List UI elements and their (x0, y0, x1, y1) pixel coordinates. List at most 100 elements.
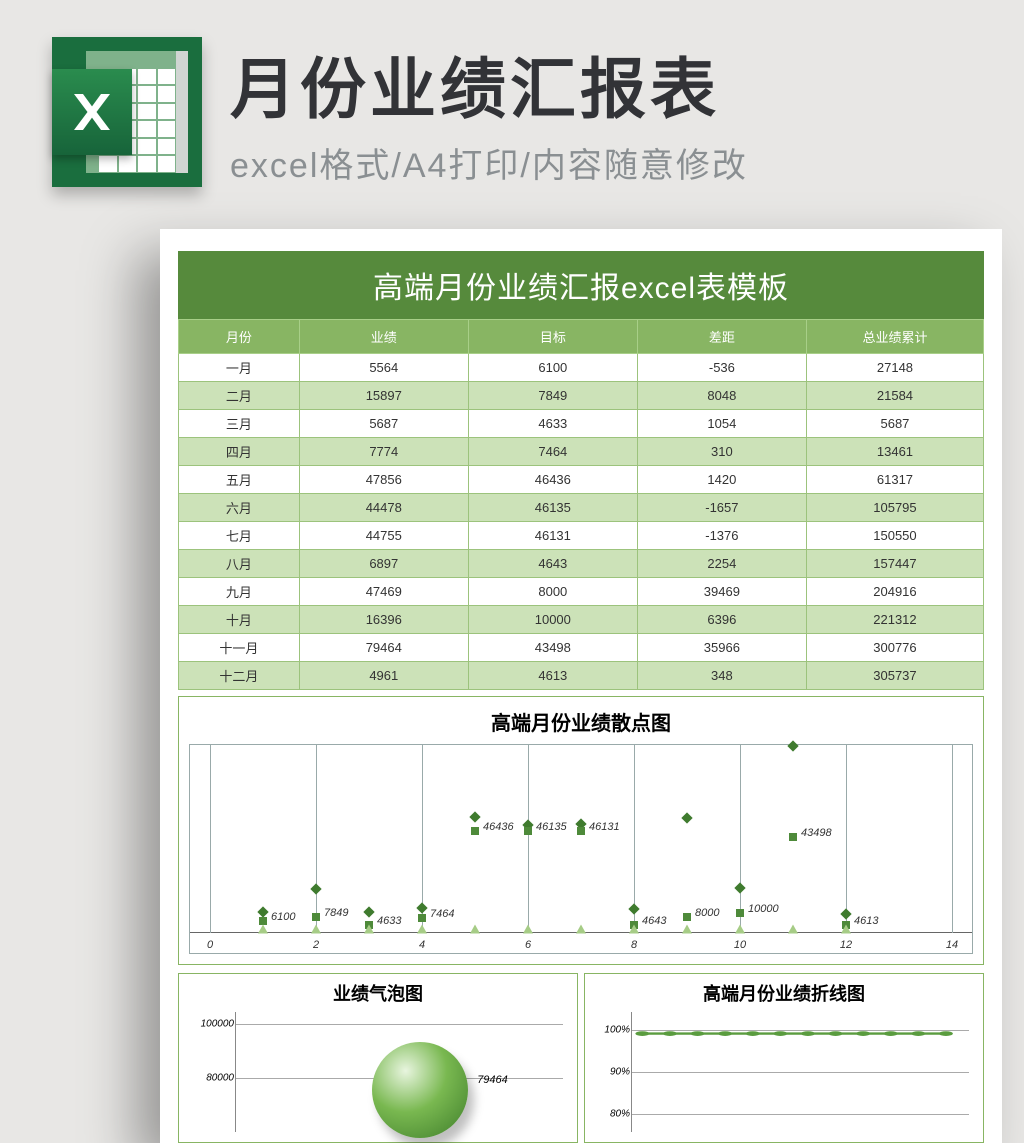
table-row: 四月7774746431013461 (179, 438, 984, 466)
bubble-chart: 业绩气泡图 100000 80000 79464 (178, 973, 578, 1143)
scatter-point-perf (840, 908, 851, 919)
scatter-point-perf (628, 904, 639, 915)
x-tick: 2 (313, 939, 319, 951)
table-cell: 8048 (637, 382, 806, 410)
scatter-label: 10000 (748, 903, 779, 915)
scatter-point-tri (841, 925, 851, 934)
document-title: 高端月份业绩汇报excel表模板 (178, 251, 984, 319)
scatter-point-tri (682, 925, 692, 934)
table-cell: 47856 (299, 466, 468, 494)
scatter-label: 46135 (536, 821, 567, 833)
scatter-point-perf (469, 812, 480, 823)
scatter-point-tri (364, 925, 374, 934)
scatter-point-target (577, 827, 585, 835)
scatter-label: 46131 (589, 821, 620, 833)
line-chart: 高端月份业绩折线图 100% 90% 80% (584, 973, 984, 1143)
scatter-point-target (418, 914, 426, 922)
table-cell: 27148 (806, 354, 983, 382)
line-title: 高端月份业绩折线图 (591, 980, 977, 1006)
table-cell: 79464 (299, 634, 468, 662)
table-cell: 2254 (637, 550, 806, 578)
scatter-point-perf (681, 813, 692, 824)
table-cell: 十一月 (179, 634, 300, 662)
bubble-ytick: 100000 (201, 1019, 234, 1030)
table-cell: -1657 (637, 494, 806, 522)
table-cell: 4961 (299, 662, 468, 690)
table-row: 六月4447846135-1657105795 (179, 494, 984, 522)
scatter-point-tri (258, 925, 268, 934)
table-row: 七月4475546131-1376150550 (179, 522, 984, 550)
table-cell: 46135 (468, 494, 637, 522)
page-title: 月份业绩汇报表 (230, 36, 748, 132)
table-cell: 61317 (806, 466, 983, 494)
table-row: 十二月49614613348305737 (179, 662, 984, 690)
table-row: 三月5687463310545687 (179, 410, 984, 438)
scatter-point-tri (417, 925, 427, 934)
table-cell: 九月 (179, 578, 300, 606)
scatter-label: 43498 (801, 827, 832, 839)
table-cell: 305737 (806, 662, 983, 690)
table-cell: 300776 (806, 634, 983, 662)
table-cell: 二月 (179, 382, 300, 410)
scatter-point-target (471, 827, 479, 835)
table-cell: 310 (637, 438, 806, 466)
scatter-label: 8000 (695, 907, 719, 919)
table-cell: 150550 (806, 522, 983, 550)
table-header: 月份 (179, 320, 300, 354)
scatter-point-tri (470, 925, 480, 934)
scatter-point-target (524, 827, 532, 835)
scatter-point-tri (788, 925, 798, 934)
table-cell: 5687 (806, 410, 983, 438)
table-header: 总业绩累计 (806, 320, 983, 354)
page-subtitle: excel格式/A4打印/内容随意修改 (230, 138, 748, 187)
scatter-point-perf (734, 882, 745, 893)
template-preview: 高端月份业绩汇报excel表模板 月份业绩目标差距总业绩累计 一月5564610… (160, 229, 1002, 1143)
table-cell: 5687 (299, 410, 468, 438)
table-cell: 35966 (637, 634, 806, 662)
excel-icon (52, 37, 202, 187)
table-cell: 5564 (299, 354, 468, 382)
table-cell: 21584 (806, 382, 983, 410)
scatter-point-perf (787, 741, 798, 752)
table-cell: 348 (637, 662, 806, 690)
table-row: 一月55646100-53627148 (179, 354, 984, 382)
table-cell: -1376 (637, 522, 806, 550)
table-cell: 6100 (468, 354, 637, 382)
table-cell: 46436 (468, 466, 637, 494)
table-row: 八月689746432254157447 (179, 550, 984, 578)
x-tick: 10 (734, 939, 746, 951)
table-cell: 十月 (179, 606, 300, 634)
table-cell: 1420 (637, 466, 806, 494)
x-tick: 14 (946, 939, 958, 951)
table-cell: 五月 (179, 466, 300, 494)
table-cell: 44755 (299, 522, 468, 550)
scatter-label: 6100 (271, 911, 295, 923)
table-cell: 七月 (179, 522, 300, 550)
table-cell: 八月 (179, 550, 300, 578)
bubble-title: 业绩气泡图 (185, 980, 571, 1006)
scatter-point-tri (523, 925, 533, 934)
scatter-label: 4633 (377, 915, 401, 927)
bubble-label: 79464 (477, 1074, 508, 1086)
x-tick: 8 (631, 939, 637, 951)
bubble-point (372, 1042, 468, 1138)
table-cell: 1054 (637, 410, 806, 438)
table-cell: 15897 (299, 382, 468, 410)
table-cell: 44478 (299, 494, 468, 522)
scatter-label: 46436 (483, 821, 514, 833)
table-cell: 4613 (468, 662, 637, 690)
scatter-point-tri (311, 925, 321, 934)
table-cell: 10000 (468, 606, 637, 634)
scatter-label: 7849 (324, 907, 348, 919)
x-tick: 4 (419, 939, 425, 951)
scatter-label: 7464 (430, 908, 454, 920)
scatter-title: 高端月份业绩散点图 (189, 707, 973, 736)
scatter-point-tri (735, 925, 745, 934)
table-row: 九月47469800039469204916 (179, 578, 984, 606)
table-cell: 6897 (299, 550, 468, 578)
table-cell: -536 (637, 354, 806, 382)
scatter-label: 4643 (642, 915, 666, 927)
table-cell: 7464 (468, 438, 637, 466)
table-cell: 8000 (468, 578, 637, 606)
table-cell: 4633 (468, 410, 637, 438)
